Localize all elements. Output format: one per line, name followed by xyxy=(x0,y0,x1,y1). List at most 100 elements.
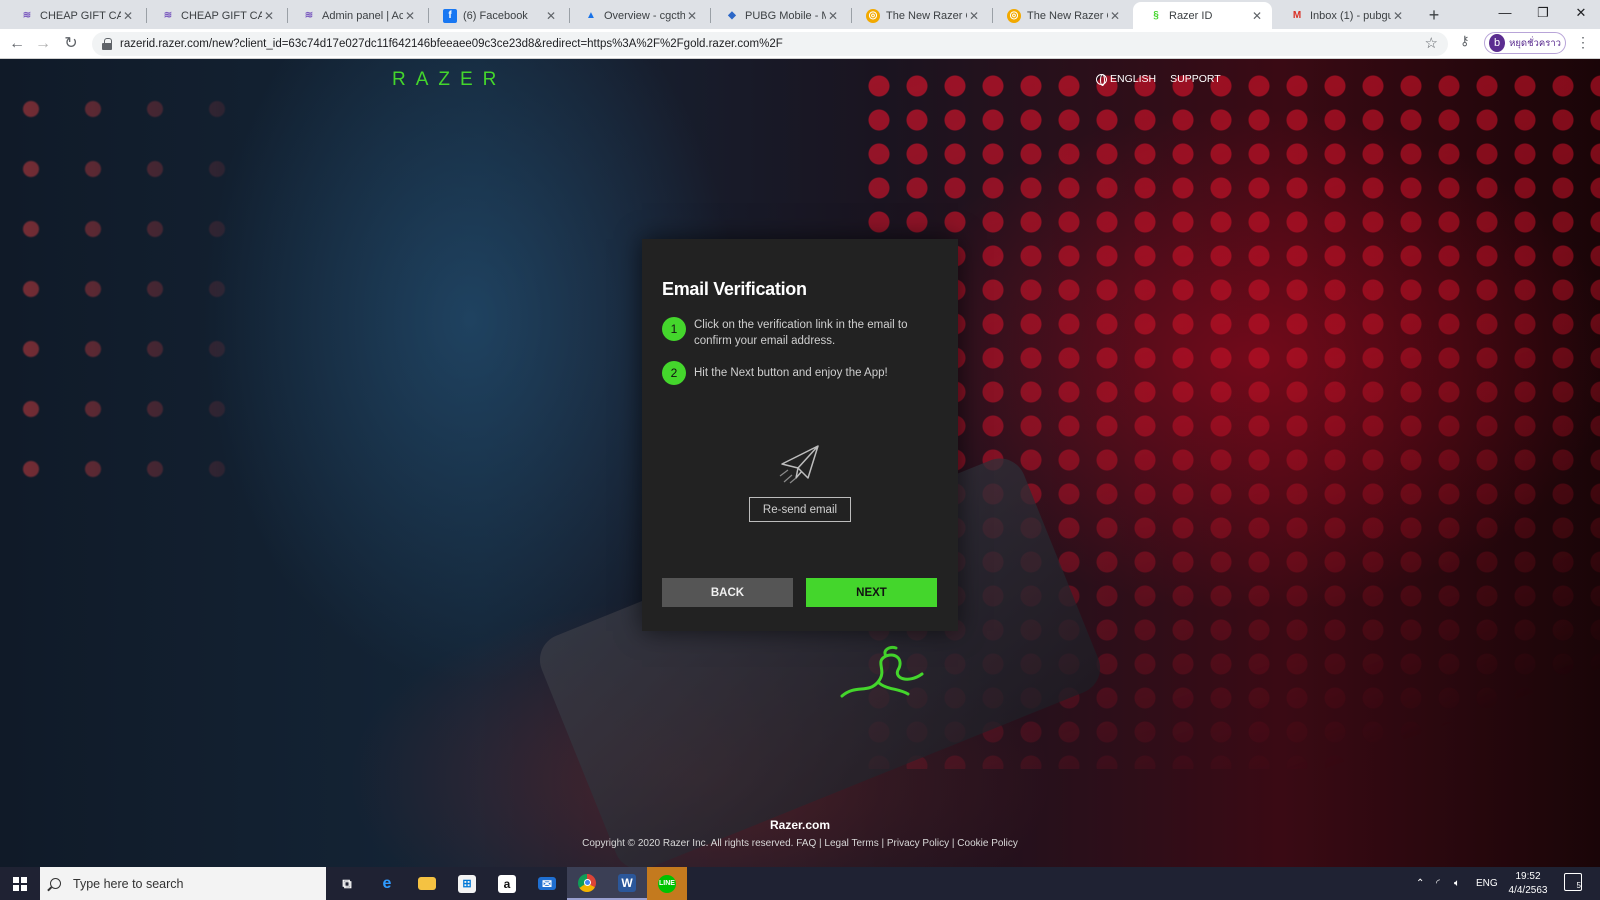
new-tab-plus-icon[interactable]: + xyxy=(1424,5,1444,25)
footer-copyright: Copyright © 2020 Razer Inc. All rights r… xyxy=(582,838,1018,849)
profile-chip[interactable]: b หยุดชั่วคราว xyxy=(1484,32,1566,54)
step-2: 2 Hit the Next button and enjoy the App! xyxy=(662,361,924,385)
close-tab-icon[interactable]: ✕ xyxy=(1108,9,1122,23)
restore-window-icon[interactable]: ❐ xyxy=(1524,0,1562,29)
volume-icon[interactable]: 🔈︎ xyxy=(1454,867,1460,900)
step-number-badge: 2 xyxy=(662,361,686,385)
file-explorer-icon[interactable] xyxy=(407,867,447,900)
mail-icon[interactable]: ✉ xyxy=(527,867,567,900)
resend-email-button[interactable]: Re-send email xyxy=(749,497,851,522)
start-button[interactable] xyxy=(0,867,40,900)
gmail-icon: M xyxy=(1292,10,1302,21)
word-icon[interactable]: W xyxy=(607,867,647,900)
forward-arrow-icon[interactable]: → xyxy=(32,33,54,55)
admin-favicon: ≋ xyxy=(304,10,314,21)
tab-razer-gold-1[interactable]: ◎ The New Razer Gol ✕ xyxy=(850,2,989,29)
close-tab-icon[interactable]: ✕ xyxy=(826,9,840,23)
close-tab-icon[interactable]: ✕ xyxy=(262,9,276,23)
tab-facebook[interactable]: f (6) Facebook ✕ xyxy=(427,2,566,29)
paper-plane-icon xyxy=(779,445,819,484)
email-verification-card: Email Verification 1 Click on the verifi… xyxy=(642,239,958,631)
footer-link-faq[interactable]: FAQ xyxy=(796,838,816,849)
edge-icon[interactable]: e xyxy=(367,867,407,900)
tab-cheap-gift-card-2[interactable]: ≋ CHEAP GIFT CARD ✕ xyxy=(145,2,284,29)
tab-gmail-inbox[interactable]: M Inbox (1) - pubguc ✕ xyxy=(1274,2,1413,29)
step-number-badge: 1 xyxy=(662,317,686,341)
system-clock[interactable]: 19:52 4/4/2563 xyxy=(1500,870,1556,898)
step-1: 1 Click on the verification link in the … xyxy=(662,317,924,349)
language-indicator[interactable]: ENG xyxy=(1476,867,1498,900)
line-icon[interactable]: LINE xyxy=(647,867,687,900)
avatar: b xyxy=(1489,34,1506,52)
chrome-icon[interactable] xyxy=(567,867,607,900)
close-tab-icon[interactable]: ✕ xyxy=(403,9,417,23)
tab-razer-gold-2[interactable]: ◎ The New Razer Gol ✕ xyxy=(991,2,1130,29)
facebook-icon: f xyxy=(443,8,457,23)
task-view-icon[interactable]: ⧉ xyxy=(327,867,367,900)
top-navigation: ENGLISH SUPPORT xyxy=(1096,73,1221,86)
close-tab-icon[interactable]: ✕ xyxy=(685,9,699,23)
tab-label: The New Razer Gol xyxy=(886,9,967,22)
tab-label: Overview - cgcthai xyxy=(604,9,685,22)
password-key-icon[interactable]: ⚷ xyxy=(1460,33,1470,49)
close-window-icon[interactable]: ✕ xyxy=(1562,0,1600,29)
browser-tab-strip: ≋ CHEAP GIFT CARD ✕ ≋ CHEAP GIFT CARD ✕ … xyxy=(0,0,1600,29)
tab-analytics-overview[interactable]: ▲ Overview - cgcthai ✕ xyxy=(568,2,707,29)
support-link[interactable]: SUPPORT xyxy=(1170,73,1221,85)
close-tab-icon[interactable]: ✕ xyxy=(121,9,135,23)
analytics-icon: ▲ xyxy=(586,10,596,21)
browser-toolbar: ← → ↻ razerid.razer.com/new?client_id=63… xyxy=(0,29,1600,59)
gift-card-favicon: ≋ xyxy=(163,10,173,21)
footer-link-privacy-policy[interactable]: Privacy Policy xyxy=(887,838,949,849)
globe-icon[interactable] xyxy=(1096,73,1107,86)
amazon-icon[interactable]: a xyxy=(487,867,527,900)
footer-link-cookie-policy[interactable]: Cookie Policy xyxy=(957,838,1018,849)
footer-link-legal-terms[interactable]: Legal Terms xyxy=(824,838,878,849)
tab-label: The New Razer Gol xyxy=(1027,9,1108,22)
browser-menu-icon[interactable]: ⋮ xyxy=(1576,34,1590,51)
close-tab-icon[interactable]: ✕ xyxy=(967,9,981,23)
razer-gold-icon: ◎ xyxy=(866,8,880,23)
step-text: Click on the verification link in the em… xyxy=(694,319,908,347)
wifi-icon[interactable]: ◜ xyxy=(1436,867,1440,900)
tab-admin-panel[interactable]: ≋ Admin panel | Acco ✕ xyxy=(286,2,425,29)
address-bar[interactable]: razerid.razer.com/new?client_id=63c74d17… xyxy=(92,32,1448,56)
minimize-window-icon[interactable]: — xyxy=(1486,0,1524,29)
razer-logo[interactable]: RAZER xyxy=(392,69,506,91)
bookmark-star-icon[interactable]: ☆ xyxy=(1425,34,1438,52)
copyright-text: Copyright © 2020 Razer Inc. All rights r… xyxy=(582,838,794,849)
razer-snake-icon: § xyxy=(1153,10,1159,21)
reload-icon[interactable]: ↻ xyxy=(60,33,82,55)
tab-razer-id[interactable]: § Razer ID ✕ xyxy=(1133,2,1272,29)
back-button[interactable]: BACK xyxy=(662,578,793,607)
notification-center-icon[interactable]: 5 xyxy=(1564,873,1582,891)
footer-site-link[interactable]: Razer.com xyxy=(0,818,1600,832)
back-arrow-icon[interactable]: ← xyxy=(6,33,28,55)
notification-count: 5 xyxy=(1576,881,1581,890)
tab-cheap-gift-card-1[interactable]: ≋ CHEAP GIFT CARD ✕ xyxy=(4,2,143,29)
step-text: Hit the Next button and enjoy the App! xyxy=(694,367,888,379)
lock-icon[interactable] xyxy=(102,38,112,50)
tab-label: Admin panel | Acco xyxy=(322,9,403,22)
tab-label: (6) Facebook xyxy=(463,9,528,22)
clock-date: 4/4/2563 xyxy=(1508,885,1548,896)
show-hidden-icons-chevron-up-icon[interactable]: ⌃ xyxy=(1416,867,1424,900)
gift-card-favicon: ≋ xyxy=(22,10,32,21)
razer-snake-logo-icon xyxy=(840,646,924,698)
tab-label: PUBG Mobile - Mid xyxy=(745,9,826,22)
pubg-icon: ◆ xyxy=(728,10,736,21)
tab-label: CHEAP GIFT CARD xyxy=(40,9,121,22)
windows-logo-icon xyxy=(13,876,27,891)
page-title: Email Verification xyxy=(662,279,807,299)
next-button[interactable]: NEXT xyxy=(806,578,937,607)
search-icon xyxy=(50,878,61,889)
url-text[interactable]: razerid.razer.com/new?client_id=63c74d17… xyxy=(120,38,783,50)
close-tab-icon[interactable]: ✕ xyxy=(1250,9,1264,23)
tab-pubg-mobile[interactable]: ◆ PUBG Mobile - Mid ✕ xyxy=(709,2,848,29)
close-tab-icon[interactable]: ✕ xyxy=(1391,9,1405,23)
close-tab-icon[interactable]: ✕ xyxy=(544,9,558,23)
store-icon[interactable]: ⊞ xyxy=(447,867,487,900)
language-selector[interactable]: ENGLISH xyxy=(1110,73,1156,85)
tab-label: Inbox (1) - pubguc xyxy=(1310,9,1391,22)
taskbar-search[interactable]: Type here to search xyxy=(40,867,326,900)
